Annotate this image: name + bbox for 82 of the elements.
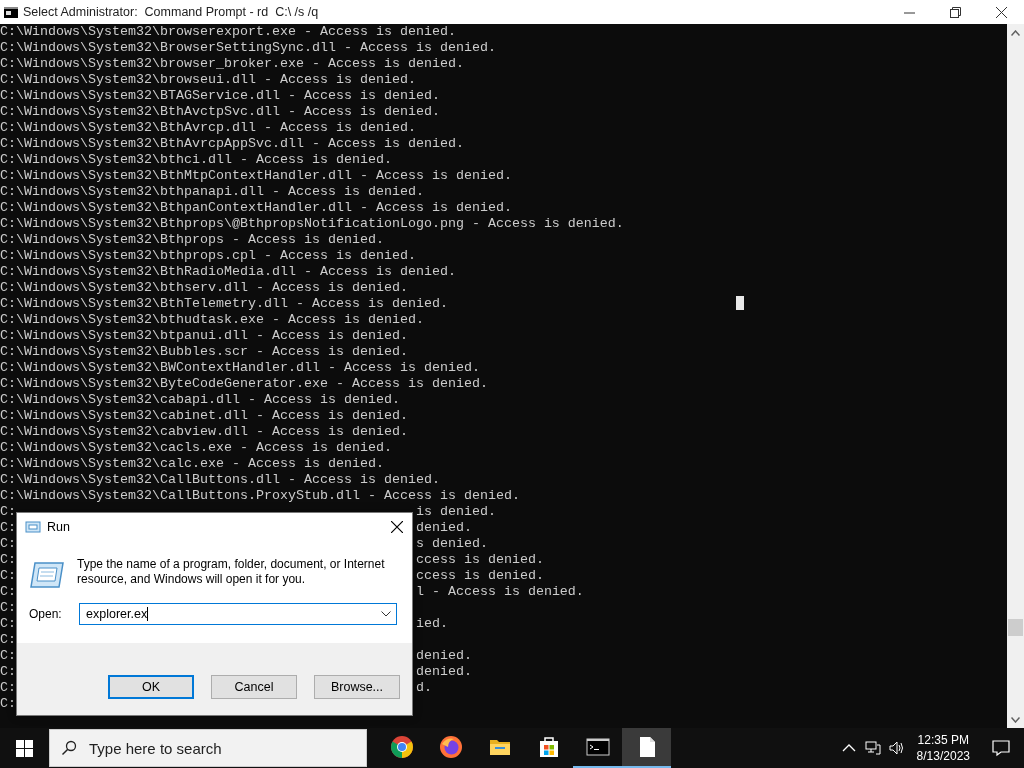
console-line: C: (0, 536, 16, 552)
console-line: C:\Windows\System32\browserexport.exe - Access is denied. (0, 24, 456, 40)
dialog-description: Type the name of a program, folder, document, or Internet resource, and Windows will open it for you. (77, 557, 386, 588)
console-line: C:\Windows\System32\ByteCodeGenerator.exe - Access is denied. (0, 376, 488, 392)
console-line: C: (0, 504, 16, 520)
command-prompt-icon (4, 6, 18, 18)
console-line: is denied. (415, 504, 496, 520)
dialog-button[interactable]: OK (108, 675, 194, 699)
chrome-icon (389, 735, 414, 759)
console-line: C:\Windows\System32\BthTelemetry.dll - Access is denied. (0, 296, 448, 312)
close-icon[interactable] (995, 6, 1007, 18)
console-line: C:\Windows\System32\cabapi.dll - Access is denied. (0, 392, 400, 408)
console-line: C: (0, 664, 16, 680)
dialog-button[interactable]: Browse... (314, 675, 400, 699)
console-line: s denied. (415, 536, 488, 552)
console-line: C:\Windows\System32\cabview.dll - Access is denied. (0, 424, 408, 440)
console-line: C:\Windows\System32\Bthprops\@BthpropsNotificationLogo.png - Access is denied. (0, 216, 624, 232)
run-icon (25, 521, 41, 533)
close-icon[interactable] (391, 521, 403, 533)
open-combobox[interactable]: explorer.ex (79, 603, 397, 625)
clock[interactable]: 12:35 PM 8/13/2023 (908, 732, 978, 764)
clock-date: 8/13/2023 (916, 748, 970, 764)
console-line: C:\Windows\System32\browseui.dll - Access is denied. (0, 72, 416, 88)
console-line: C:\Windows\System32\BWContextHandler.dll - Access is denied. (0, 360, 480, 376)
console-line: l - Access is denied. (415, 584, 584, 600)
scroll-down-icon[interactable] (1011, 716, 1020, 723)
console-line: C: (0, 600, 16, 616)
console-line: C: (0, 616, 16, 632)
firefox-icon (438, 735, 463, 759)
console-line: C:\Windows\System32\bthpanapi.dll - Access is denied. (0, 184, 424, 200)
scroll-up-icon[interactable] (1011, 29, 1020, 36)
console-line: C:\Windows\System32\BthAvrcpAppSvc.dll - Access is denied. (0, 136, 464, 152)
console-line: denied. (415, 648, 472, 664)
search-field[interactable]: Type here to search (49, 729, 367, 767)
console-line: C:\Windows\System32\Bubbles.scr - Access is denied. (0, 344, 408, 360)
console-line: C:\Windows\System32\cacls.exe - Access is denied. (0, 440, 392, 456)
console-line: C:\Windows\System32\bthci.dll - Access is denied. (0, 152, 392, 168)
console-line: C:\Windows\System32\BrowserSettingSync.dll - Access is denied. (0, 40, 496, 56)
dropdown-icon[interactable] (381, 611, 391, 617)
console-line: ccess is denied. (415, 552, 544, 568)
scrollbar-thumb[interactable] (1008, 619, 1023, 636)
console-line: C:\Windows\System32\cabinet.dll - Access is denied. (0, 408, 408, 424)
console-line: C:\Windows\System32\BthpanContextHandler.dll - Access is denied. (0, 200, 512, 216)
console-line: C:\Windows\System32\BthAvrcp.dll - Access is denied. (0, 120, 416, 136)
console-line: C:\Windows\System32\CallButtons.ProxyStub.dll - Access is denied. (0, 488, 520, 504)
open-label: Open: (29, 607, 63, 621)
dialog-button[interactable]: Cancel (211, 675, 297, 699)
window-title: Select Administrator: Command Prompt - rd C:\ /s /q (23, 5, 320, 19)
search-icon (61, 740, 77, 756)
console-line: C: (0, 520, 16, 536)
console-line: C:\Windows\System32\BTAGService.dll - Access is denied. (0, 88, 440, 104)
console-line: ied. (415, 616, 448, 632)
console-line: ccess is denied. (415, 568, 544, 584)
console-line: C: (0, 648, 16, 664)
console-line: C:\Windows\System32\Bthprops - Access is denied. (0, 232, 384, 248)
console-line: C:\Windows\System32\browser_broker.exe - Access is denied. (0, 56, 464, 72)
console-line: d. (415, 680, 432, 696)
console-line: C:\Windows\System32\BthAvctpSvc.dll - Access is denied. (0, 104, 440, 120)
console-line: C: (0, 584, 16, 600)
console-line: C:\Windows\System32\BthRadioMedia.dll - Access is denied. (0, 264, 456, 280)
clock-time: 12:35 PM (917, 732, 969, 748)
console-line: C: (0, 632, 16, 648)
terminal-icon (585, 735, 610, 759)
dialog-title: Run (47, 520, 71, 534)
console-line: C:\Windows\System32\btpanui.dll - Access is denied. (0, 328, 408, 344)
windows-logo-icon[interactable] (15, 739, 33, 757)
restore-icon[interactable] (949, 6, 961, 18)
console-line: C:\Windows\System32\bthprops.cpl - Access is denied. (0, 248, 416, 264)
run-icon (29, 561, 65, 589)
console-line: C: (0, 568, 16, 584)
console-line: C:\Windows\System32\BthMtpContextHandler.dll - Access is denied. (0, 168, 512, 184)
console-line: C:\Windows\System32\CallButtons.dll - Access is denied. (0, 472, 440, 488)
taskbar-app[interactable] (622, 728, 671, 768)
console-line: C:\Windows\System32\calc.exe - Access is denied. (0, 456, 384, 472)
console-line: C: (0, 680, 16, 696)
console-line: denied. (415, 520, 472, 536)
console-line: C:\Windows\System32\bthudtask.exe - Access is denied. (0, 312, 424, 328)
console-line: C:\Windows\System32\bthserv.dll - Access is denied. (0, 280, 408, 296)
console-line: denied. (415, 664, 472, 680)
console-line: C: (0, 552, 16, 568)
console-line: C: (0, 696, 16, 712)
text-cursor (736, 296, 744, 310)
